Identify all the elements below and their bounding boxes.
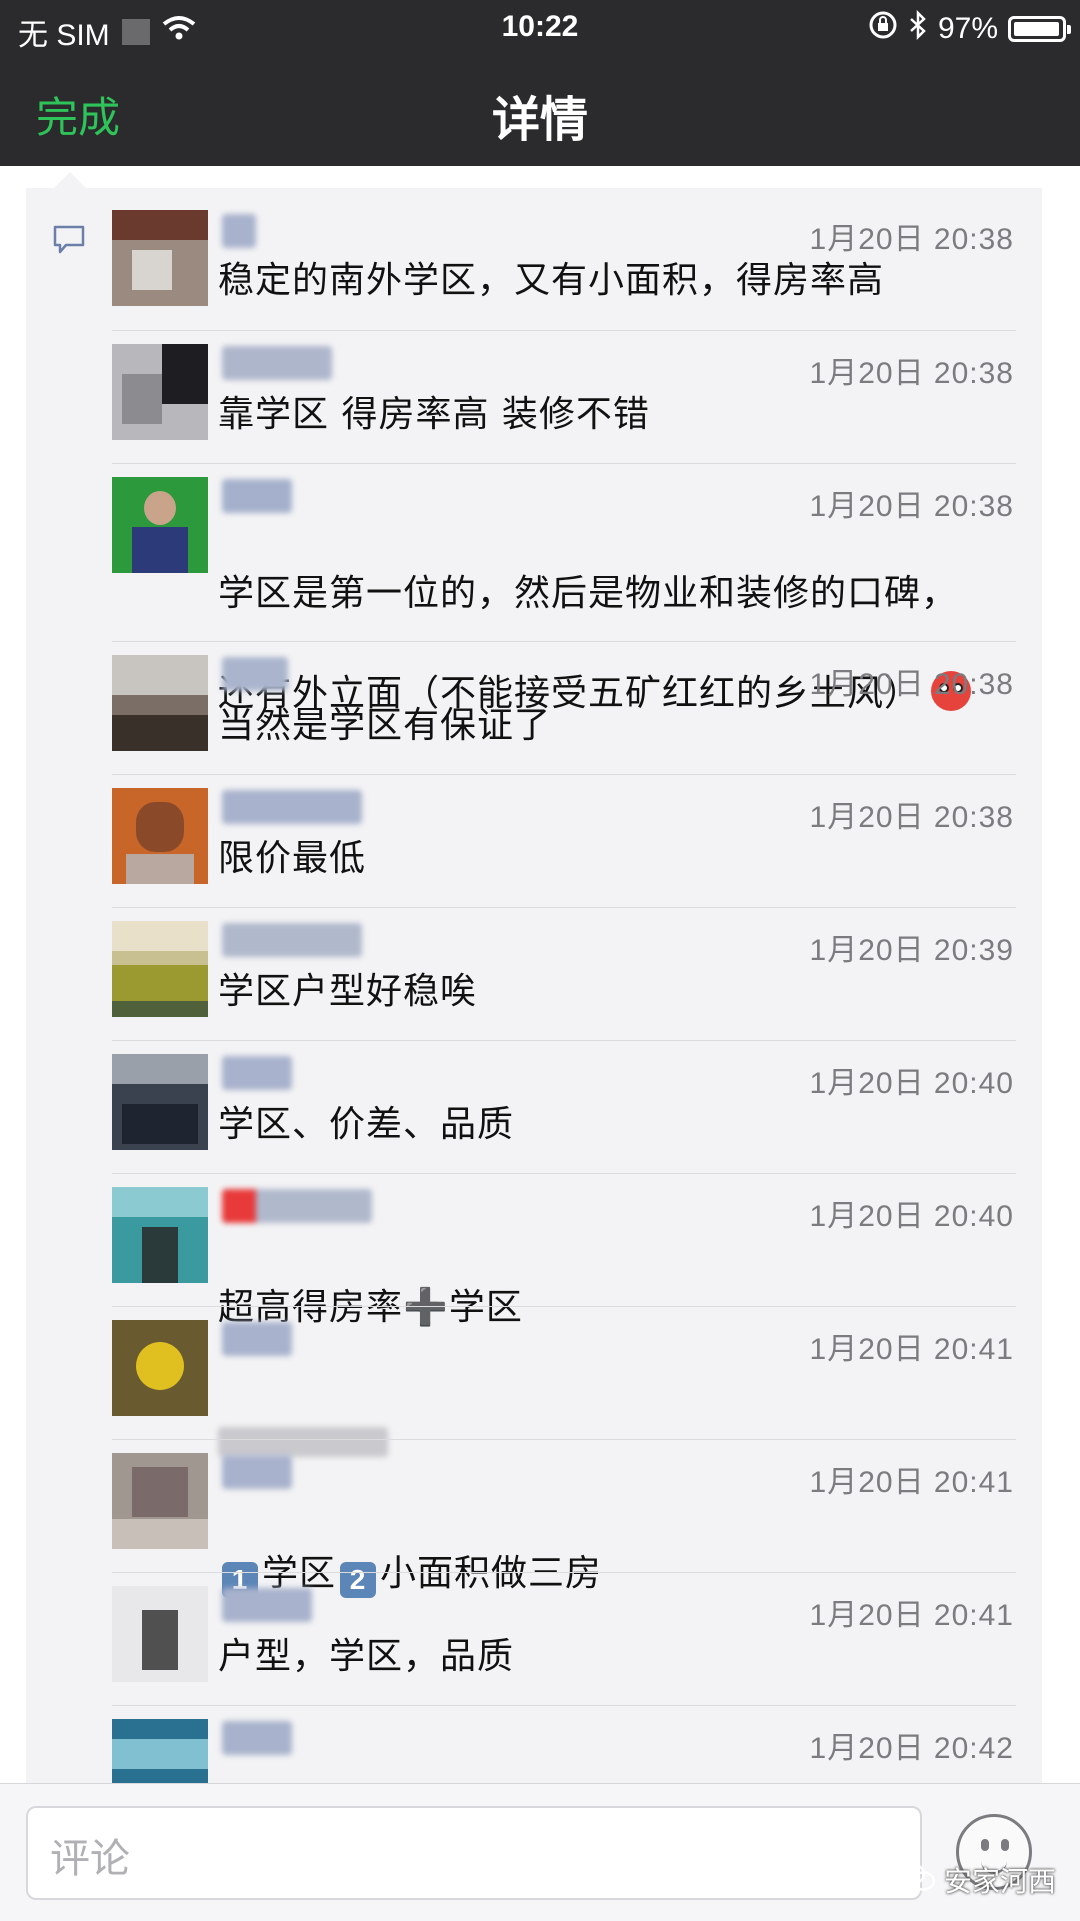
comment-item: 1月20日 20:38 当然是学区有保证了 bbox=[26, 641, 1042, 774]
blurred-username bbox=[222, 923, 362, 957]
comment-text: 学区户型好稳唉 bbox=[218, 971, 478, 1012]
comment-text: 学区、价差、品质 bbox=[218, 1104, 515, 1145]
comment-time: 1月20日 20:38 bbox=[809, 223, 1014, 256]
status-bar: 无 SIM 10:22 97% bbox=[0, 0, 1080, 56]
avatar bbox=[112, 788, 208, 884]
nav-bar: 完成 详情 bbox=[0, 56, 1080, 166]
avatar bbox=[112, 210, 208, 306]
comment-input-bar: 评论 bbox=[0, 1783, 1080, 1921]
comment-item: 1月20日 20:38 学区是第一位的，然后是物业和装修的口碑， 还有外立面（不… bbox=[26, 463, 1042, 714]
comment-time: 1月20日 20:38 bbox=[809, 668, 1014, 701]
avatar bbox=[112, 655, 208, 751]
orientation-lock-icon bbox=[868, 10, 898, 48]
comment-item: 1月20日 20:40 超高得房率➕学区 bbox=[26, 1173, 1042, 1328]
bluetooth-icon bbox=[908, 9, 928, 48]
page-title: 详情 bbox=[491, 92, 588, 148]
comment-text: 稳定的南外学区，又有小面积，得房率高 bbox=[218, 260, 885, 301]
comment-text: 户型，学区，品质 bbox=[218, 1636, 515, 1677]
comment-text: 靠学区 得房率高 装修不错 bbox=[218, 394, 650, 435]
battery-icon bbox=[1008, 16, 1071, 42]
comment-item: 1月20日 20:41 户型，学区，品质 bbox=[26, 1572, 1042, 1705]
blurred-username bbox=[222, 1322, 292, 1356]
comment-item: 1月20日 20:38 稳定的南外学区，又有小面积，得房率高 bbox=[26, 188, 1042, 330]
avatar bbox=[112, 1719, 208, 1783]
watermark: 安家河西 bbox=[896, 1860, 1056, 1900]
comment-item: 1月20日 20:41 bbox=[26, 1306, 1042, 1457]
comment-time: 1月20日 20:41 bbox=[809, 1466, 1014, 1499]
blurred-username bbox=[222, 346, 332, 380]
comment-time: 1月20日 20:40 bbox=[809, 1200, 1014, 1233]
battery-percent: 97% bbox=[937, 12, 998, 45]
blurred-username bbox=[222, 1721, 292, 1755]
blurred-username bbox=[222, 1189, 372, 1223]
comments-panel: 1月20日 20:38 稳定的南外学区，又有小面积，得房率高 1月20日 20:… bbox=[26, 188, 1042, 1783]
avatar bbox=[112, 1586, 208, 1682]
wechat-logo-icon bbox=[896, 1861, 936, 1900]
blurred-username bbox=[222, 1455, 292, 1489]
avatar bbox=[112, 477, 208, 573]
comment-time: 1月20日 20:40 bbox=[809, 1067, 1014, 1100]
avatar bbox=[112, 1453, 208, 1549]
blurred-username bbox=[222, 657, 288, 691]
panel-caret bbox=[54, 172, 86, 188]
watermark-text: 安家河西 bbox=[944, 1865, 1057, 1898]
comment-item: 1月20日 20:38 靠学区 得房率高 装修不错 bbox=[26, 330, 1042, 463]
comment-item: 1月20日 20:39 学区户型好稳唉 bbox=[26, 907, 1042, 1040]
battery-fill bbox=[1014, 22, 1059, 36]
avatar bbox=[112, 344, 208, 440]
comment-item: 1月20日 20:40 学区、价差、品质 bbox=[26, 1040, 1042, 1173]
blurred-username bbox=[222, 1056, 292, 1090]
comment-text: 当然是学区有保证了 bbox=[218, 705, 552, 746]
status-right: 97% bbox=[868, 9, 1071, 48]
comment-time: 1月20日 20:39 bbox=[809, 934, 1014, 967]
comment-item: 1月20日 20:38 限价最低 bbox=[26, 774, 1042, 907]
comment-time: 1月20日 20:41 bbox=[809, 1599, 1014, 1632]
blurred-username bbox=[222, 479, 292, 513]
comment-input[interactable]: 评论 bbox=[26, 1806, 922, 1900]
avatar bbox=[112, 1320, 208, 1416]
comment-time: 1月20日 20:42 bbox=[809, 1732, 1014, 1765]
comment-time: 1月20日 20:41 bbox=[809, 1333, 1014, 1366]
blurred-username bbox=[222, 1588, 312, 1622]
comment-text-line: 学区是第一位的，然后是物业和装修的口碑， bbox=[218, 573, 959, 614]
comment-item: 1月20日 20:41 1 学区 2 小面积做三房 bbox=[26, 1439, 1042, 1598]
comment-time: 1月20日 20:38 bbox=[809, 801, 1014, 834]
comment-text: 限价最低 bbox=[218, 838, 367, 879]
avatar bbox=[112, 921, 208, 1017]
blurred-username bbox=[222, 790, 362, 824]
comment-item: 1月20日 20:42 bbox=[26, 1705, 1042, 1783]
avatar bbox=[112, 1187, 208, 1283]
avatar bbox=[112, 1054, 208, 1150]
blurred-username bbox=[222, 214, 256, 248]
comment-time: 1月20日 20:38 bbox=[809, 357, 1014, 390]
